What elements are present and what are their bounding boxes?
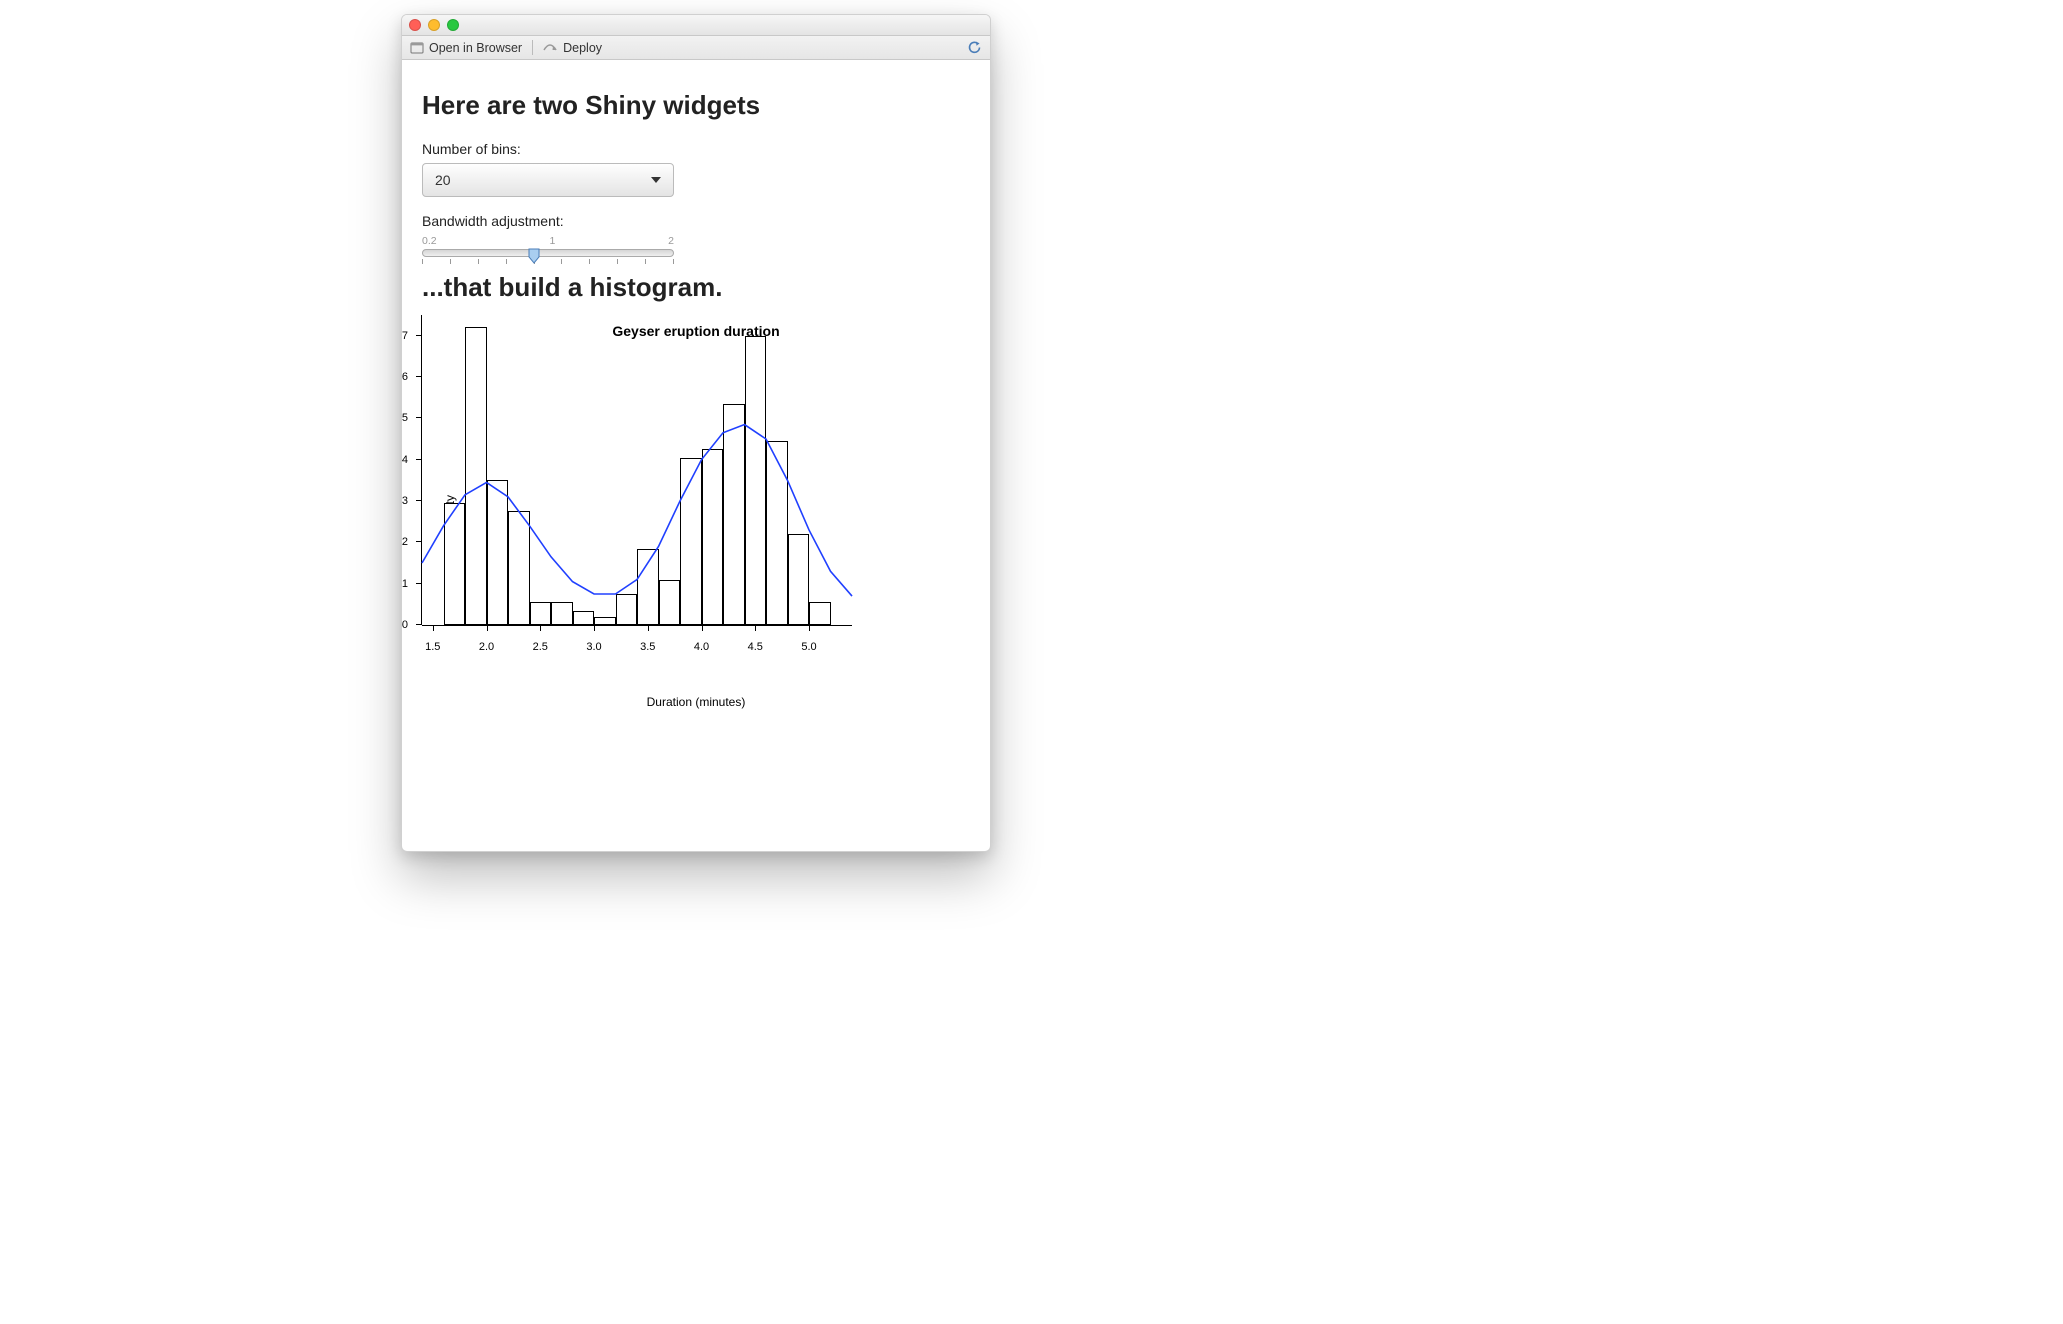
ytick-label: 0.2: [401, 536, 408, 548]
xtick-mark: [433, 625, 434, 631]
deploy-label: Deploy: [563, 41, 602, 55]
ytick-label: 0.5: [401, 412, 408, 424]
open-in-browser-label: Open in Browser: [429, 41, 522, 55]
content: Here are two Shiny widgets Number of bin…: [402, 60, 990, 725]
window-minimize-button[interactable]: [428, 19, 440, 31]
browser-icon: [410, 41, 424, 54]
open-in-browser-button[interactable]: Open in Browser: [410, 41, 522, 55]
window-zoom-button[interactable]: [447, 19, 459, 31]
histogram-bar: [616, 594, 638, 625]
histogram-bar: [723, 404, 745, 625]
plot-xlabel: Duration (minutes): [422, 695, 970, 709]
histogram-bar: [702, 449, 724, 625]
ytick-mark: [416, 624, 422, 625]
ytick-label: 0.3: [401, 495, 408, 507]
histogram-bar: [788, 534, 810, 625]
ytick-label: 0.7: [401, 330, 408, 342]
ytick-label: 0.0: [401, 619, 408, 631]
xtick-mark: [755, 625, 756, 631]
ytick-mark: [416, 583, 422, 584]
ytick-mark: [416, 459, 422, 460]
heading-histogram: ...that build a histogram.: [422, 272, 970, 303]
heading-widgets: Here are two Shiny widgets: [422, 90, 970, 121]
deploy-button[interactable]: Deploy: [543, 41, 602, 55]
ytick-mark: [416, 500, 422, 501]
xtick-label: 4.5: [748, 641, 763, 653]
deploy-icon: [543, 42, 558, 54]
slider-ticks: [422, 259, 674, 264]
xtick-label: 1.5: [425, 641, 440, 653]
chevron-down-icon: [651, 177, 661, 183]
xtick-label: 3.0: [586, 641, 601, 653]
xtick-label: 3.5: [640, 641, 655, 653]
histogram-plot: Geyser eruption duration Density Duratio…: [422, 315, 970, 715]
slider-track[interactable]: [422, 249, 674, 257]
histogram-bar: [594, 617, 616, 625]
bandwidth-label: Bandwidth adjustment:: [422, 213, 970, 229]
histogram-bar: [745, 336, 767, 625]
xtick-mark: [594, 625, 595, 631]
window-titlebar: [402, 15, 990, 36]
ytick-mark: [416, 335, 422, 336]
xtick-label: 2.5: [533, 641, 548, 653]
slider-min-label: 0.2: [422, 235, 437, 247]
histogram-bar: [508, 511, 530, 625]
xtick-label: 5.0: [801, 641, 816, 653]
xtick-label: 4.0: [694, 641, 709, 653]
histogram-bar: [551, 602, 573, 625]
histogram-bar: [465, 327, 487, 625]
app-window: Open in Browser Deploy Here are two Shin…: [401, 14, 991, 852]
window-close-button[interactable]: [409, 19, 421, 31]
ytick-mark: [416, 541, 422, 542]
xtick-mark: [487, 625, 488, 631]
bins-label: Number of bins:: [422, 141, 970, 157]
toolbar-separator: [532, 40, 533, 55]
histogram-bar: [809, 602, 831, 625]
histogram-bar: [487, 480, 509, 625]
slider-mid-label: 1: [549, 235, 555, 247]
slider-thumb[interactable]: [528, 248, 540, 262]
slider-scale-labels: 0.2 1 2: [422, 235, 674, 247]
histogram-bar: [530, 602, 552, 625]
histogram-bar: [766, 441, 788, 625]
toolbar: Open in Browser Deploy: [402, 36, 990, 60]
bandwidth-slider[interactable]: 0.2 1 2: [422, 235, 674, 264]
refresh-button[interactable]: [967, 40, 982, 55]
bins-select-value: 20: [435, 172, 451, 188]
ytick-label: 0.1: [401, 578, 408, 590]
histogram-bar: [573, 611, 595, 625]
xtick-mark: [702, 625, 703, 631]
histogram-bar: [659, 580, 681, 625]
xtick-mark: [540, 625, 541, 631]
ytick-label: 0.4: [401, 454, 408, 466]
ytick-mark: [416, 417, 422, 418]
xtick-mark: [648, 625, 649, 631]
xtick-label: 2.0: [479, 641, 494, 653]
y-axis: [421, 315, 422, 625]
plot-area: 1.52.02.53.03.54.04.55.00.00.10.20.30.40…: [422, 315, 852, 625]
bins-select[interactable]: 20: [422, 163, 674, 197]
xtick-mark: [809, 625, 810, 631]
histogram-bar: [680, 458, 702, 625]
slider-max-label: 2: [668, 235, 674, 247]
histogram-bar: [444, 503, 466, 625]
ytick-mark: [416, 376, 422, 377]
histogram-bar: [637, 549, 659, 625]
ytick-label: 0.6: [401, 371, 408, 383]
refresh-icon: [967, 40, 982, 55]
